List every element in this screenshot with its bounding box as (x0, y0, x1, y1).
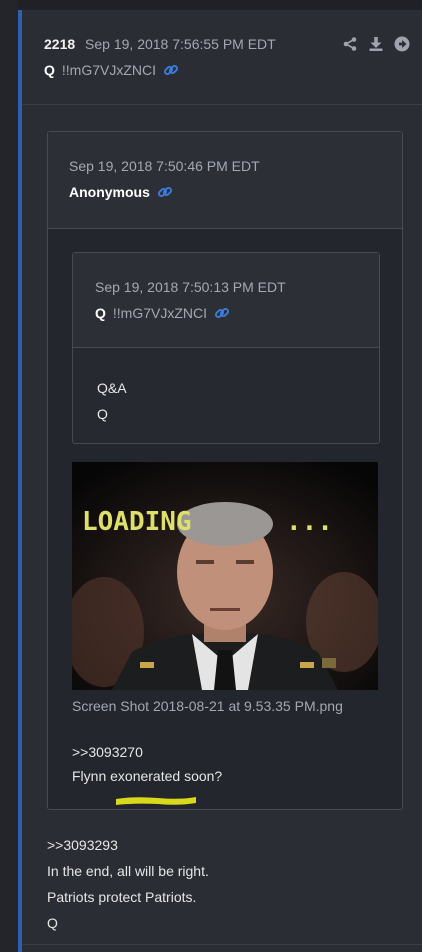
nested-tripcode: !!mG7VJxZNCI (112, 305, 208, 321)
quoted-post-header: Sep 19, 2018 7:50:46 PM EDT Anonymous (48, 132, 402, 229)
quoted-author-line: Anonymous (69, 184, 173, 200)
quoted-post: Sep 19, 2018 7:50:46 PM EDT Anonymous Se… (47, 131, 403, 810)
quoted-author: Anonymous (69, 184, 150, 200)
link-icon[interactable] (163, 62, 179, 78)
nested-quoted-header: Sep 19, 2018 7:50:13 PM EDT Q !!mG7VJxZN… (73, 253, 379, 348)
reply-link[interactable]: >>3093270 (72, 740, 222, 764)
nested-author: Q (95, 305, 106, 321)
body-line: Flynn exonerated soon? (72, 768, 223, 784)
post-accent-bar (18, 10, 22, 952)
body-line: Q&A (97, 380, 127, 396)
post-actions (342, 36, 410, 52)
body-line: Q (47, 915, 58, 931)
image-filename[interactable]: Screen Shot 2018-08-21 at 9.53.35 PM.png (72, 698, 343, 714)
left-gutter (0, 0, 18, 952)
post-header: 2218 Sep 19, 2018 7:56:55 PM EDT (44, 36, 410, 52)
loading-overlay-text: LOADING (82, 507, 192, 537)
highlight-mark (116, 797, 196, 805)
post-date: Sep 19, 2018 7:56:55 PM EDT (85, 36, 276, 52)
bottom-divider (22, 944, 422, 945)
post-author: Q (44, 62, 55, 78)
body-line: Patriots protect Patriots. (47, 889, 197, 905)
reply-link[interactable]: >>3093293 (47, 832, 209, 858)
quoted-post-body: >>3093270 Flynn exonerated soon? (72, 740, 222, 788)
link-icon[interactable] (214, 305, 230, 321)
post-page: 2218 Sep 19, 2018 7:56:55 PM EDT Q !!mG7… (0, 0, 422, 952)
nested-quoted-body: Q&A Q (97, 375, 127, 427)
body-line: In the end, all will be right. (47, 863, 209, 879)
post-body: >>3093293 In the end, all will be right.… (47, 832, 209, 936)
link-icon[interactable] (157, 184, 173, 200)
nested-quoted-post: Sep 19, 2018 7:50:13 PM EDT Q !!mG7VJxZN… (72, 252, 380, 444)
loading-overlay-dots: ... (286, 507, 333, 537)
top-bar (0, 0, 422, 10)
post-tripcode: !!mG7VJxZNCI (61, 62, 157, 78)
post-author-line: Q !!mG7VJxZNCI (44, 62, 179, 78)
header-divider (22, 104, 422, 105)
nested-author-line: Q !!mG7VJxZNCI (95, 305, 230, 321)
post-number[interactable]: 2218 (44, 36, 75, 52)
download-icon[interactable] (368, 36, 384, 52)
body-line: Q (97, 406, 108, 422)
nested-quoted-date: Sep 19, 2018 7:50:13 PM EDT (95, 279, 286, 295)
arrow-right-icon[interactable] (394, 36, 410, 52)
quoted-post-date: Sep 19, 2018 7:50:46 PM EDT (69, 158, 260, 174)
share-icon[interactable] (342, 36, 358, 52)
attached-image[interactable]: LOADING ... (72, 462, 378, 690)
